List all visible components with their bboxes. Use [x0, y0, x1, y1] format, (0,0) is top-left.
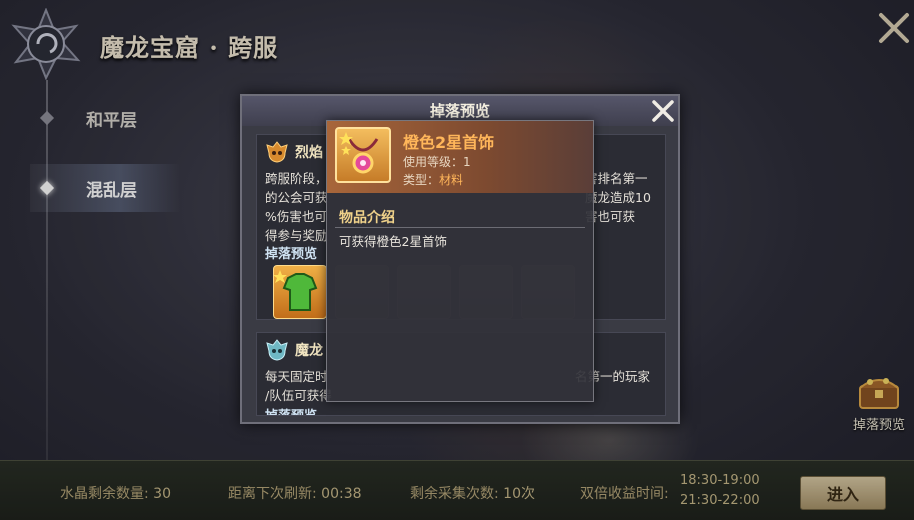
item-name: 橙色2星首饰: [403, 133, 495, 152]
item-level: 使用等级：1: [403, 155, 471, 169]
flame-skull-icon: [266, 141, 288, 163]
tooltip-header: 橙色2星首饰 使用等级：1 类型：材料: [327, 121, 593, 193]
item-intro-desc: 可获得橙色2星首饰: [339, 234, 447, 249]
modal-close-icon[interactable]: [650, 98, 676, 124]
divider: [335, 227, 585, 228]
section-name: 魔龙: [295, 343, 323, 359]
item-intro-title: 物品介绍: [339, 210, 395, 226]
item-type-label: 类型：: [403, 173, 440, 187]
section-title: 魔龙: [265, 339, 323, 361]
drop-preview-label: 掉落预览: [265, 247, 318, 262]
desc-line-right: 害也可获: [585, 209, 636, 224]
necklace-icon: [339, 132, 379, 174]
green-armor-icon: [273, 270, 318, 311]
item-icon-slot: [335, 127, 391, 183]
desc-line-right: 害排名第一: [585, 171, 648, 186]
item-slot-armor[interactable]: [273, 265, 327, 319]
item-type-value: 材料: [439, 173, 464, 187]
section-title: 烈焰: [265, 141, 323, 163]
dragon-skull-icon: [266, 339, 288, 361]
section-name: 烈焰: [295, 145, 323, 161]
drop-preview-label: 掉落预览: [265, 405, 317, 415]
desc-line-right: 魔龙造成10: [585, 190, 651, 205]
item-type: 类型：材料: [403, 171, 463, 188]
item-tooltip: 橙色2星首饰 使用等级：1 类型：材料 物品介绍 可获得橙色2星首饰: [326, 120, 594, 402]
